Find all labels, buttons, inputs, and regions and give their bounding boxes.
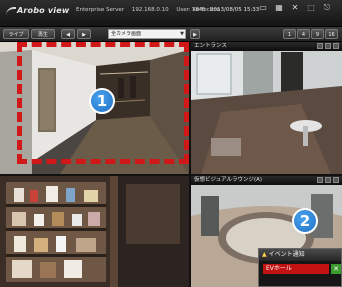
record-icon[interactable] — [325, 43, 331, 49]
camera-view-3[interactable] — [0, 176, 189, 287]
chevron-down-icon: ▼ — [180, 31, 184, 37]
exit-icon[interactable]: ⎋ — [320, 3, 334, 21]
warning-icon: ▲ — [262, 251, 267, 258]
forward-button[interactable]: ▶ — [77, 29, 91, 39]
lock-icon[interactable]: ⬚ — [304, 3, 318, 21]
app-logo: Arobo view — [6, 6, 69, 16]
callout-marker-2: 2 — [292, 208, 318, 234]
view-toolbar: ライブ 再生 ◀ ▶ 全カメラ画面 ▼ ▶ 1 4 9 16 — [0, 27, 342, 42]
live-button[interactable]: ライブ — [3, 29, 29, 39]
event-notification-popup: ▲ イベント通知 EVホール ✕ — [258, 248, 342, 287]
event-popup-title: イベント通知 — [268, 251, 305, 258]
shelf-camera-image — [0, 176, 189, 287]
event-dismiss-button[interactable]: ✕ — [331, 264, 341, 274]
camera-4-controls — [317, 177, 339, 184]
camera-view-1[interactable]: 1 — [0, 42, 189, 174]
layout-16-button[interactable]: 16 — [325, 29, 338, 39]
tools-icon[interactable]: ✕ — [288, 3, 302, 21]
layout-icon[interactable]: ▦ — [272, 3, 286, 21]
layout-9-button[interactable]: 9 — [311, 29, 324, 39]
camera-4-title: 仮想ビジュアルラウンジ(A) — [194, 177, 263, 183]
camera-group-value: 全カメラ画面 — [111, 31, 142, 37]
play-button[interactable]: 再生 — [31, 29, 55, 39]
logo-swoosh-icon — [6, 6, 16, 15]
logo-text: Arobo view — [17, 6, 70, 15]
zoom-icon[interactable] — [317, 43, 323, 49]
top-icon-group: ▭ ▦ ✕ ⬚ ⎋ — [256, 3, 334, 23]
event-item[interactable]: EVホール — [263, 264, 329, 274]
camera-4-title-bar: 仮想ビジュアルラウンジ(A) — [191, 176, 342, 185]
camera-2-title: エントランス — [194, 43, 227, 49]
select-go-button[interactable]: ▶ — [190, 29, 200, 39]
display-icon[interactable]: ▭ — [256, 3, 270, 21]
callout-marker-1: 1 — [89, 88, 115, 114]
close-icon[interactable] — [333, 177, 339, 183]
layout-1-button[interactable]: 1 — [283, 29, 296, 39]
camera-view-2[interactable]: エントランス — [191, 42, 342, 174]
camera-2-controls — [317, 43, 339, 50]
layout-4-button[interactable]: 4 — [297, 29, 310, 39]
top-bar: Arobo view Enterprise Server 192.168.0.1… — [0, 0, 342, 27]
event-popup-header: ▲ イベント通知 — [259, 249, 341, 261]
entrance-camera-image — [191, 42, 342, 174]
camera-2-title-bar: エントランス — [191, 42, 342, 51]
server-address: 192.168.0.10 — [131, 7, 169, 13]
back-button[interactable]: ◀ — [61, 29, 75, 39]
zoom-icon[interactable] — [317, 177, 323, 183]
close-icon[interactable] — [333, 43, 339, 49]
time-value: 2013/08/05 15:33 — [210, 7, 260, 13]
time-label: TIME — [192, 7, 206, 13]
product-name: Enterprise Server — [76, 7, 125, 13]
camera-group-select[interactable]: 全カメラ画面 ▼ — [108, 29, 186, 39]
record-icon[interactable] — [325, 177, 331, 183]
